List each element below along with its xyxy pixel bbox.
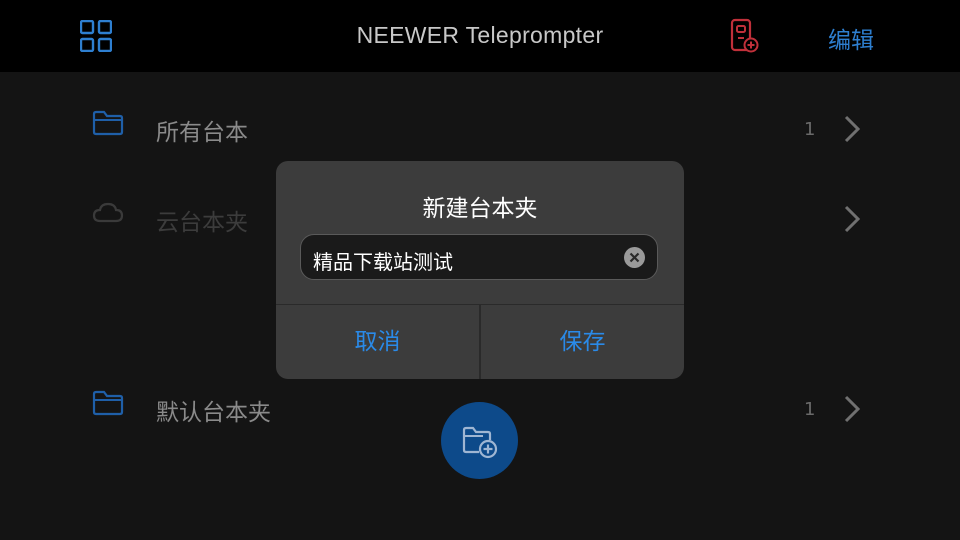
folder-row-all-scripts[interactable]: 所有台本 1 [0,78,960,168]
add-folder-button[interactable] [441,402,518,479]
folder-count: 1 [804,119,816,140]
cancel-button[interactable]: 取消 [276,305,479,379]
cloud-icon [92,202,124,223]
folder-label: 云台本夹 [156,210,248,236]
save-button[interactable]: 保存 [481,305,684,379]
folder-label: 默认台本夹 [156,400,271,426]
chevron-right-icon [844,395,861,423]
dialog-title: 新建台本夹 [422,196,538,222]
folder-count: 1 [804,399,816,420]
folder-label: 所有台本 [156,120,248,146]
new-folder-dialog: 新建台本夹 精品下载站测试 取消 保存 [276,161,684,379]
folder-icon [92,110,124,136]
add-device-icon[interactable] [729,18,759,54]
folder-icon [92,390,124,416]
edit-button[interactable]: 编辑 [828,21,874,55]
folder-name-value[interactable]: 精品下载站测试 [313,246,453,275]
clear-input-icon[interactable] [624,247,645,268]
top-bar: NEEWER Teleprompter 编辑 [0,0,960,72]
chevron-right-icon [844,205,861,233]
chevron-right-icon [844,115,861,143]
folder-name-input[interactable]: 精品下载站测试 [300,234,658,280]
add-folder-icon [462,426,498,459]
app-title: NEEWER Teleprompter [356,22,604,48]
